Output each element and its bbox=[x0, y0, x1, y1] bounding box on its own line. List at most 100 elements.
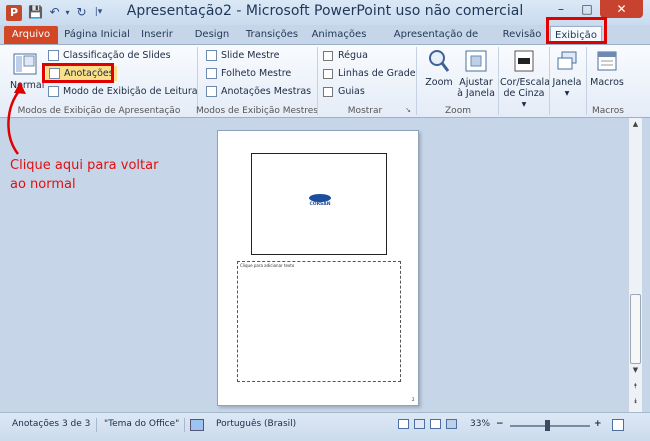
window-dropdown-icon: ▾ bbox=[564, 88, 570, 99]
annotation-line-1: Clique aqui para voltar bbox=[10, 158, 159, 173]
spellcheck-icon[interactable] bbox=[190, 419, 204, 431]
group-divider bbox=[197, 47, 198, 115]
theme-name[interactable]: "Tema do Office" bbox=[104, 419, 179, 429]
reading-view-status-icon[interactable] bbox=[430, 419, 441, 429]
fit-to-window-button[interactable]: Ajustar à Janela bbox=[457, 48, 495, 99]
color-grayscale-icon bbox=[511, 48, 537, 74]
tab-apresentacao-de-slides[interactable]: Apresentação de Slides bbox=[380, 26, 492, 58]
status-bar: Anotações 3 de 3 "Tema do Office" Portug… bbox=[0, 412, 650, 441]
handout-master-icon bbox=[206, 68, 217, 79]
annotation-callout: Clique aqui para voltar ao normal bbox=[10, 156, 180, 194]
color-grayscale-button[interactable]: Cor/Escala de Cinza ▾ bbox=[500, 48, 551, 110]
macros-label: Macros bbox=[590, 77, 624, 88]
notes-placeholder-text: Clique para adicionar texto bbox=[240, 263, 295, 268]
tab-pagina-inicial[interactable]: Página Inicial bbox=[62, 26, 132, 44]
normal-view-icon bbox=[12, 51, 38, 77]
zoom-slider[interactable] bbox=[510, 425, 590, 427]
slide-sorter-label: Classificação de Slides bbox=[63, 50, 171, 61]
fit-slide-icon[interactable] bbox=[612, 419, 624, 431]
scroll-up-icon[interactable]: ▲ bbox=[629, 118, 642, 130]
slide-sorter-button[interactable]: Classificação de Slides bbox=[48, 48, 171, 63]
tab-arquivo[interactable]: Arquivo bbox=[4, 26, 58, 44]
fit-window-label-1: Ajustar bbox=[459, 77, 493, 88]
notes-master-icon bbox=[206, 86, 217, 97]
group-divider bbox=[317, 47, 318, 115]
ruler-checkbox[interactable]: Régua bbox=[323, 48, 368, 63]
zoom-slider-knob[interactable] bbox=[545, 420, 550, 431]
window-icon bbox=[554, 48, 580, 74]
maximize-button[interactable]: □ bbox=[574, 0, 600, 18]
guides-checkbox-box bbox=[323, 86, 333, 97]
fit-window-icon bbox=[463, 48, 489, 74]
color-grayscale-label-1: Cor/Escala bbox=[500, 77, 551, 88]
tab-revisao[interactable]: Revisão bbox=[500, 26, 544, 44]
macros-button[interactable]: Macros bbox=[588, 48, 626, 88]
vertical-scrollbar[interactable]: ▲ ▼ ⯭ ⯯ bbox=[628, 118, 642, 412]
zoom-label: Zoom bbox=[425, 77, 453, 88]
zoom-button[interactable]: Zoom bbox=[421, 48, 457, 88]
gridlines-checkbox[interactable]: Linhas de Grade bbox=[323, 66, 416, 81]
reading-view-button[interactable]: Modo de Exibição de Leitura bbox=[48, 84, 198, 99]
reading-view-label: Modo de Exibição de Leitura bbox=[63, 86, 198, 97]
master-views-group-label: Modos de Exibição Mestres bbox=[196, 106, 318, 116]
tab-inserir[interactable]: Inserir bbox=[136, 26, 178, 44]
ruler-checkbox-box bbox=[323, 50, 333, 61]
logo-text: CORSAN bbox=[309, 202, 331, 207]
color-grayscale-label-2: de Cinza ▾ bbox=[503, 88, 545, 110]
fit-window-label-2: à Janela bbox=[457, 88, 495, 99]
next-slide-icon[interactable]: ⯯ bbox=[629, 395, 642, 407]
annotation-arrow bbox=[7, 82, 26, 155]
slide-master-label: Slide Mestre bbox=[221, 50, 280, 61]
notes-page[interactable]: CORSAN Clique para adicionar texto 2 bbox=[217, 130, 419, 406]
magnifier-icon bbox=[426, 48, 452, 74]
slideshow-status-icon[interactable] bbox=[446, 419, 457, 429]
zoom-group-label: Zoom bbox=[445, 106, 471, 116]
window-button[interactable]: Janela ▾ bbox=[551, 48, 583, 99]
annotation-line-2: ao normal bbox=[10, 177, 76, 192]
view-tab-highlight bbox=[546, 17, 607, 44]
scroll-down-icon[interactable]: ▼ bbox=[629, 364, 642, 376]
slide-master-button[interactable]: Slide Mestre bbox=[206, 48, 279, 63]
notes-placeholder-box[interactable]: Clique para adicionar texto bbox=[237, 261, 401, 382]
tab-design[interactable]: Design bbox=[190, 26, 234, 44]
show-group-label: Mostrar bbox=[347, 106, 383, 116]
minimize-button[interactable]: – bbox=[548, 0, 574, 18]
tab-transicoes[interactable]: Transições bbox=[244, 26, 300, 44]
scrollbar-thumb[interactable] bbox=[630, 294, 641, 364]
logo-swoosh bbox=[309, 194, 331, 202]
page-number: 2 bbox=[412, 397, 415, 402]
group-divider bbox=[586, 47, 587, 115]
reading-view-icon bbox=[48, 86, 59, 97]
normal-view-status-icon[interactable] bbox=[398, 419, 409, 429]
corsan-logo: CORSAN bbox=[304, 194, 336, 214]
handout-master-label: Folheto Mestre bbox=[221, 68, 292, 79]
previous-slide-icon[interactable]: ⯭ bbox=[629, 380, 642, 392]
close-button[interactable]: ✕ bbox=[600, 0, 643, 18]
status-divider bbox=[184, 418, 185, 432]
status-divider bbox=[96, 418, 97, 432]
group-divider bbox=[549, 47, 550, 115]
slide-counter: Anotações 3 de 3 bbox=[12, 419, 91, 429]
group-divider bbox=[416, 47, 417, 115]
slide-master-icon bbox=[206, 50, 217, 61]
notes-master-label: Anotações Mestras bbox=[221, 86, 312, 97]
macros-group-label: Macros bbox=[592, 106, 624, 116]
ruler-label: Régua bbox=[338, 50, 368, 61]
zoom-in-button[interactable]: + bbox=[594, 419, 602, 429]
gridlines-checkbox-box bbox=[323, 68, 333, 79]
zoom-out-button[interactable]: − bbox=[496, 419, 504, 429]
notes-master-button[interactable]: Anotações Mestras bbox=[206, 84, 311, 99]
handout-master-button[interactable]: Folheto Mestre bbox=[206, 66, 291, 81]
guides-checkbox[interactable]: Guias bbox=[323, 84, 365, 99]
macros-icon bbox=[594, 48, 620, 74]
group-divider bbox=[498, 47, 499, 115]
zoom-level[interactable]: 33% bbox=[470, 419, 490, 429]
language-indicator[interactable]: Português (Brasil) bbox=[216, 419, 296, 429]
slide-sorter-status-icon[interactable] bbox=[414, 419, 425, 429]
slide-sorter-icon bbox=[48, 50, 59, 61]
show-dialog-launcher-icon[interactable]: ↘ bbox=[402, 106, 414, 114]
gridlines-label: Linhas de Grade bbox=[338, 68, 416, 79]
guides-label: Guias bbox=[338, 86, 365, 97]
slide-thumbnail[interactable]: CORSAN bbox=[251, 153, 387, 255]
tab-animacoes[interactable]: Animações bbox=[310, 26, 368, 44]
